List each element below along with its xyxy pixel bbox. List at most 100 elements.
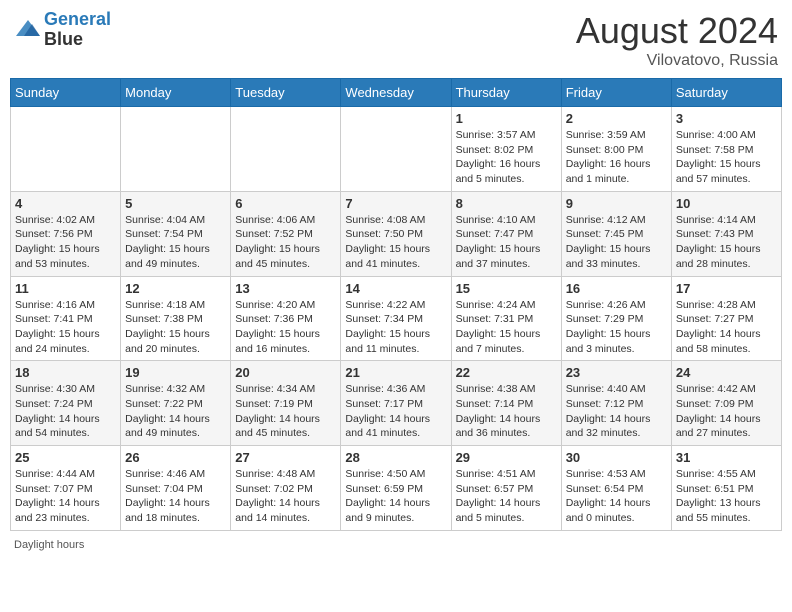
day-number: 27 bbox=[235, 450, 336, 465]
day-number: 4 bbox=[15, 196, 116, 211]
footer: Daylight hours bbox=[10, 539, 782, 551]
calendar-cell: 12 Sunrise: 4:18 AM Sunset: 7:38 PM Dayli… bbox=[121, 276, 231, 361]
day-number: 12 bbox=[125, 281, 226, 296]
logo-icon bbox=[14, 16, 42, 44]
week-row-5: 25 Sunrise: 4:44 AM Sunset: 7:07 PM Dayli… bbox=[11, 446, 782, 531]
calendar-cell: 9 Sunrise: 4:12 AM Sunset: 7:45 PM Daylig… bbox=[561, 191, 671, 276]
calendar-cell: 19 Sunrise: 4:32 AM Sunset: 7:22 PM Dayli… bbox=[121, 361, 231, 446]
day-info: Sunrise: 4:32 AM Sunset: 7:22 PM Dayligh… bbox=[125, 382, 226, 441]
calendar-cell bbox=[11, 107, 121, 192]
calendar-cell bbox=[231, 107, 341, 192]
day-number: 2 bbox=[566, 111, 667, 126]
calendar-cell: 23 Sunrise: 4:40 AM Sunset: 7:12 PM Dayli… bbox=[561, 361, 671, 446]
day-header-sunday: Sunday bbox=[11, 79, 121, 107]
calendar-cell: 15 Sunrise: 4:24 AM Sunset: 7:31 PM Dayli… bbox=[451, 276, 561, 361]
day-header-thursday: Thursday bbox=[451, 79, 561, 107]
day-info: Sunrise: 4:30 AM Sunset: 7:24 PM Dayligh… bbox=[15, 382, 116, 441]
calendar-cell: 29Sunrise: 4:51 AM Sunset: 6:57 PM Dayli… bbox=[451, 446, 561, 531]
day-number: 29 bbox=[456, 450, 557, 465]
day-info: Sunrise: 4:16 AM Sunset: 7:41 PM Dayligh… bbox=[15, 298, 116, 357]
day-number: 6 bbox=[235, 196, 336, 211]
calendar-table: SundayMondayTuesdayWednesdayThursdayFrid… bbox=[10, 78, 782, 531]
day-info: Sunrise: 4:55 AM Sunset: 6:51 PM Dayligh… bbox=[676, 467, 777, 526]
day-number: 23 bbox=[566, 365, 667, 380]
day-info: Sunrise: 4:20 AM Sunset: 7:36 PM Dayligh… bbox=[235, 298, 336, 357]
day-info: Sunrise: 4:24 AM Sunset: 7:31 PM Dayligh… bbox=[456, 298, 557, 357]
logo-text: General Blue bbox=[44, 10, 111, 50]
day-header-saturday: Saturday bbox=[671, 79, 781, 107]
day-info: Sunrise: 4:44 AM Sunset: 7:07 PM Dayligh… bbox=[15, 467, 116, 526]
day-info: Sunrise: 4:40 AM Sunset: 7:12 PM Dayligh… bbox=[566, 382, 667, 441]
calendar-cell: 8Sunrise: 4:10 AM Sunset: 7:47 PM Daylig… bbox=[451, 191, 561, 276]
calendar-cell bbox=[121, 107, 231, 192]
day-info: Sunrise: 4:42 AM Sunset: 7:09 PM Dayligh… bbox=[676, 382, 777, 441]
day-info: Sunrise: 4:18 AM Sunset: 7:38 PM Dayligh… bbox=[125, 298, 226, 357]
day-number: 30 bbox=[566, 450, 667, 465]
day-info: Sunrise: 4:46 AM Sunset: 7:04 PM Dayligh… bbox=[125, 467, 226, 526]
location-subtitle: Vilovatovo, Russia bbox=[576, 52, 778, 70]
calendar-cell: 6 Sunrise: 4:06 AM Sunset: 7:52 PM Daylig… bbox=[231, 191, 341, 276]
calendar-cell: 30 Sunrise: 4:53 AM Sunset: 6:54 PM Dayli… bbox=[561, 446, 671, 531]
day-number: 9 bbox=[566, 196, 667, 211]
day-number: 1 bbox=[456, 111, 557, 126]
page-header: General Blue August 2024 Vilovatovo, Rus… bbox=[10, 10, 782, 70]
week-row-2: 4 Sunrise: 4:02 AM Sunset: 7:56 PM Daylig… bbox=[11, 191, 782, 276]
day-info: Sunrise: 4:12 AM Sunset: 7:45 PM Dayligh… bbox=[566, 213, 667, 272]
calendar-cell bbox=[341, 107, 451, 192]
calendar-cell: 25 Sunrise: 4:44 AM Sunset: 7:07 PM Dayli… bbox=[11, 446, 121, 531]
day-info: Sunrise: 4:53 AM Sunset: 6:54 PM Dayligh… bbox=[566, 467, 667, 526]
day-number: 17 bbox=[676, 281, 777, 296]
calendar-cell: 31 Sunrise: 4:55 AM Sunset: 6:51 PM Dayli… bbox=[671, 446, 781, 531]
logo: General Blue bbox=[14, 10, 111, 50]
week-row-1: 1Sunrise: 3:57 AM Sunset: 8:02 PM Daylig… bbox=[11, 107, 782, 192]
calendar-cell: 2 Sunrise: 3:59 AM Sunset: 8:00 PM Daylig… bbox=[561, 107, 671, 192]
day-number: 25 bbox=[15, 450, 116, 465]
calendar-cell: 11 Sunrise: 4:16 AM Sunset: 7:41 PM Dayli… bbox=[11, 276, 121, 361]
calendar-cell: 24Sunrise: 4:42 AM Sunset: 7:09 PM Dayli… bbox=[671, 361, 781, 446]
day-info: Sunrise: 4:38 AM Sunset: 7:14 PM Dayligh… bbox=[456, 382, 557, 441]
calendar-cell: 10 Sunrise: 4:14 AM Sunset: 7:43 PM Dayli… bbox=[671, 191, 781, 276]
day-number: 11 bbox=[15, 281, 116, 296]
calendar-cell: 5Sunrise: 4:04 AM Sunset: 7:54 PM Daylig… bbox=[121, 191, 231, 276]
day-number: 28 bbox=[345, 450, 446, 465]
day-number: 22 bbox=[456, 365, 557, 380]
day-info: Sunrise: 4:06 AM Sunset: 7:52 PM Dayligh… bbox=[235, 213, 336, 272]
day-number: 15 bbox=[456, 281, 557, 296]
day-number: 14 bbox=[345, 281, 446, 296]
calendar-cell: 26 Sunrise: 4:46 AM Sunset: 7:04 PM Dayli… bbox=[121, 446, 231, 531]
title-block: August 2024 Vilovatovo, Russia bbox=[576, 10, 778, 70]
calendar-cell: 3Sunrise: 4:00 AM Sunset: 7:58 PM Daylig… bbox=[671, 107, 781, 192]
day-number: 21 bbox=[345, 365, 446, 380]
week-row-4: 18Sunrise: 4:30 AM Sunset: 7:24 PM Dayli… bbox=[11, 361, 782, 446]
day-info: Sunrise: 4:22 AM Sunset: 7:34 PM Dayligh… bbox=[345, 298, 446, 357]
day-number: 3 bbox=[676, 111, 777, 126]
day-info: Sunrise: 4:26 AM Sunset: 7:29 PM Dayligh… bbox=[566, 298, 667, 357]
day-header-friday: Friday bbox=[561, 79, 671, 107]
calendar-header-row: SundayMondayTuesdayWednesdayThursdayFrid… bbox=[11, 79, 782, 107]
day-header-monday: Monday bbox=[121, 79, 231, 107]
calendar-cell: 14 Sunrise: 4:22 AM Sunset: 7:34 PM Dayli… bbox=[341, 276, 451, 361]
day-info: Sunrise: 4:02 AM Sunset: 7:56 PM Dayligh… bbox=[15, 213, 116, 272]
day-info: Sunrise: 4:14 AM Sunset: 7:43 PM Dayligh… bbox=[676, 213, 777, 272]
day-number: 7 bbox=[345, 196, 446, 211]
day-header-tuesday: Tuesday bbox=[231, 79, 341, 107]
day-number: 20 bbox=[235, 365, 336, 380]
day-info: Sunrise: 4:08 AM Sunset: 7:50 PM Dayligh… bbox=[345, 213, 446, 272]
calendar-cell: 21 Sunrise: 4:36 AM Sunset: 7:17 PM Dayli… bbox=[341, 361, 451, 446]
day-number: 5 bbox=[125, 196, 226, 211]
calendar-cell: 20Sunrise: 4:34 AM Sunset: 7:19 PM Dayli… bbox=[231, 361, 341, 446]
day-number: 13 bbox=[235, 281, 336, 296]
day-info: Sunrise: 3:59 AM Sunset: 8:00 PM Dayligh… bbox=[566, 128, 667, 187]
day-number: 10 bbox=[676, 196, 777, 211]
day-number: 31 bbox=[676, 450, 777, 465]
day-number: 19 bbox=[125, 365, 226, 380]
day-number: 8 bbox=[456, 196, 557, 211]
calendar-cell: 28Sunrise: 4:50 AM Sunset: 6:59 PM Dayli… bbox=[341, 446, 451, 531]
week-row-3: 11 Sunrise: 4:16 AM Sunset: 7:41 PM Dayli… bbox=[11, 276, 782, 361]
calendar-cell: 17Sunrise: 4:28 AM Sunset: 7:27 PM Dayli… bbox=[671, 276, 781, 361]
month-title: August 2024 bbox=[576, 10, 778, 52]
calendar-cell: 27Sunrise: 4:48 AM Sunset: 7:02 PM Dayli… bbox=[231, 446, 341, 531]
daylight-label: Daylight hours bbox=[14, 539, 84, 551]
day-info: Sunrise: 4:36 AM Sunset: 7:17 PM Dayligh… bbox=[345, 382, 446, 441]
day-number: 26 bbox=[125, 450, 226, 465]
